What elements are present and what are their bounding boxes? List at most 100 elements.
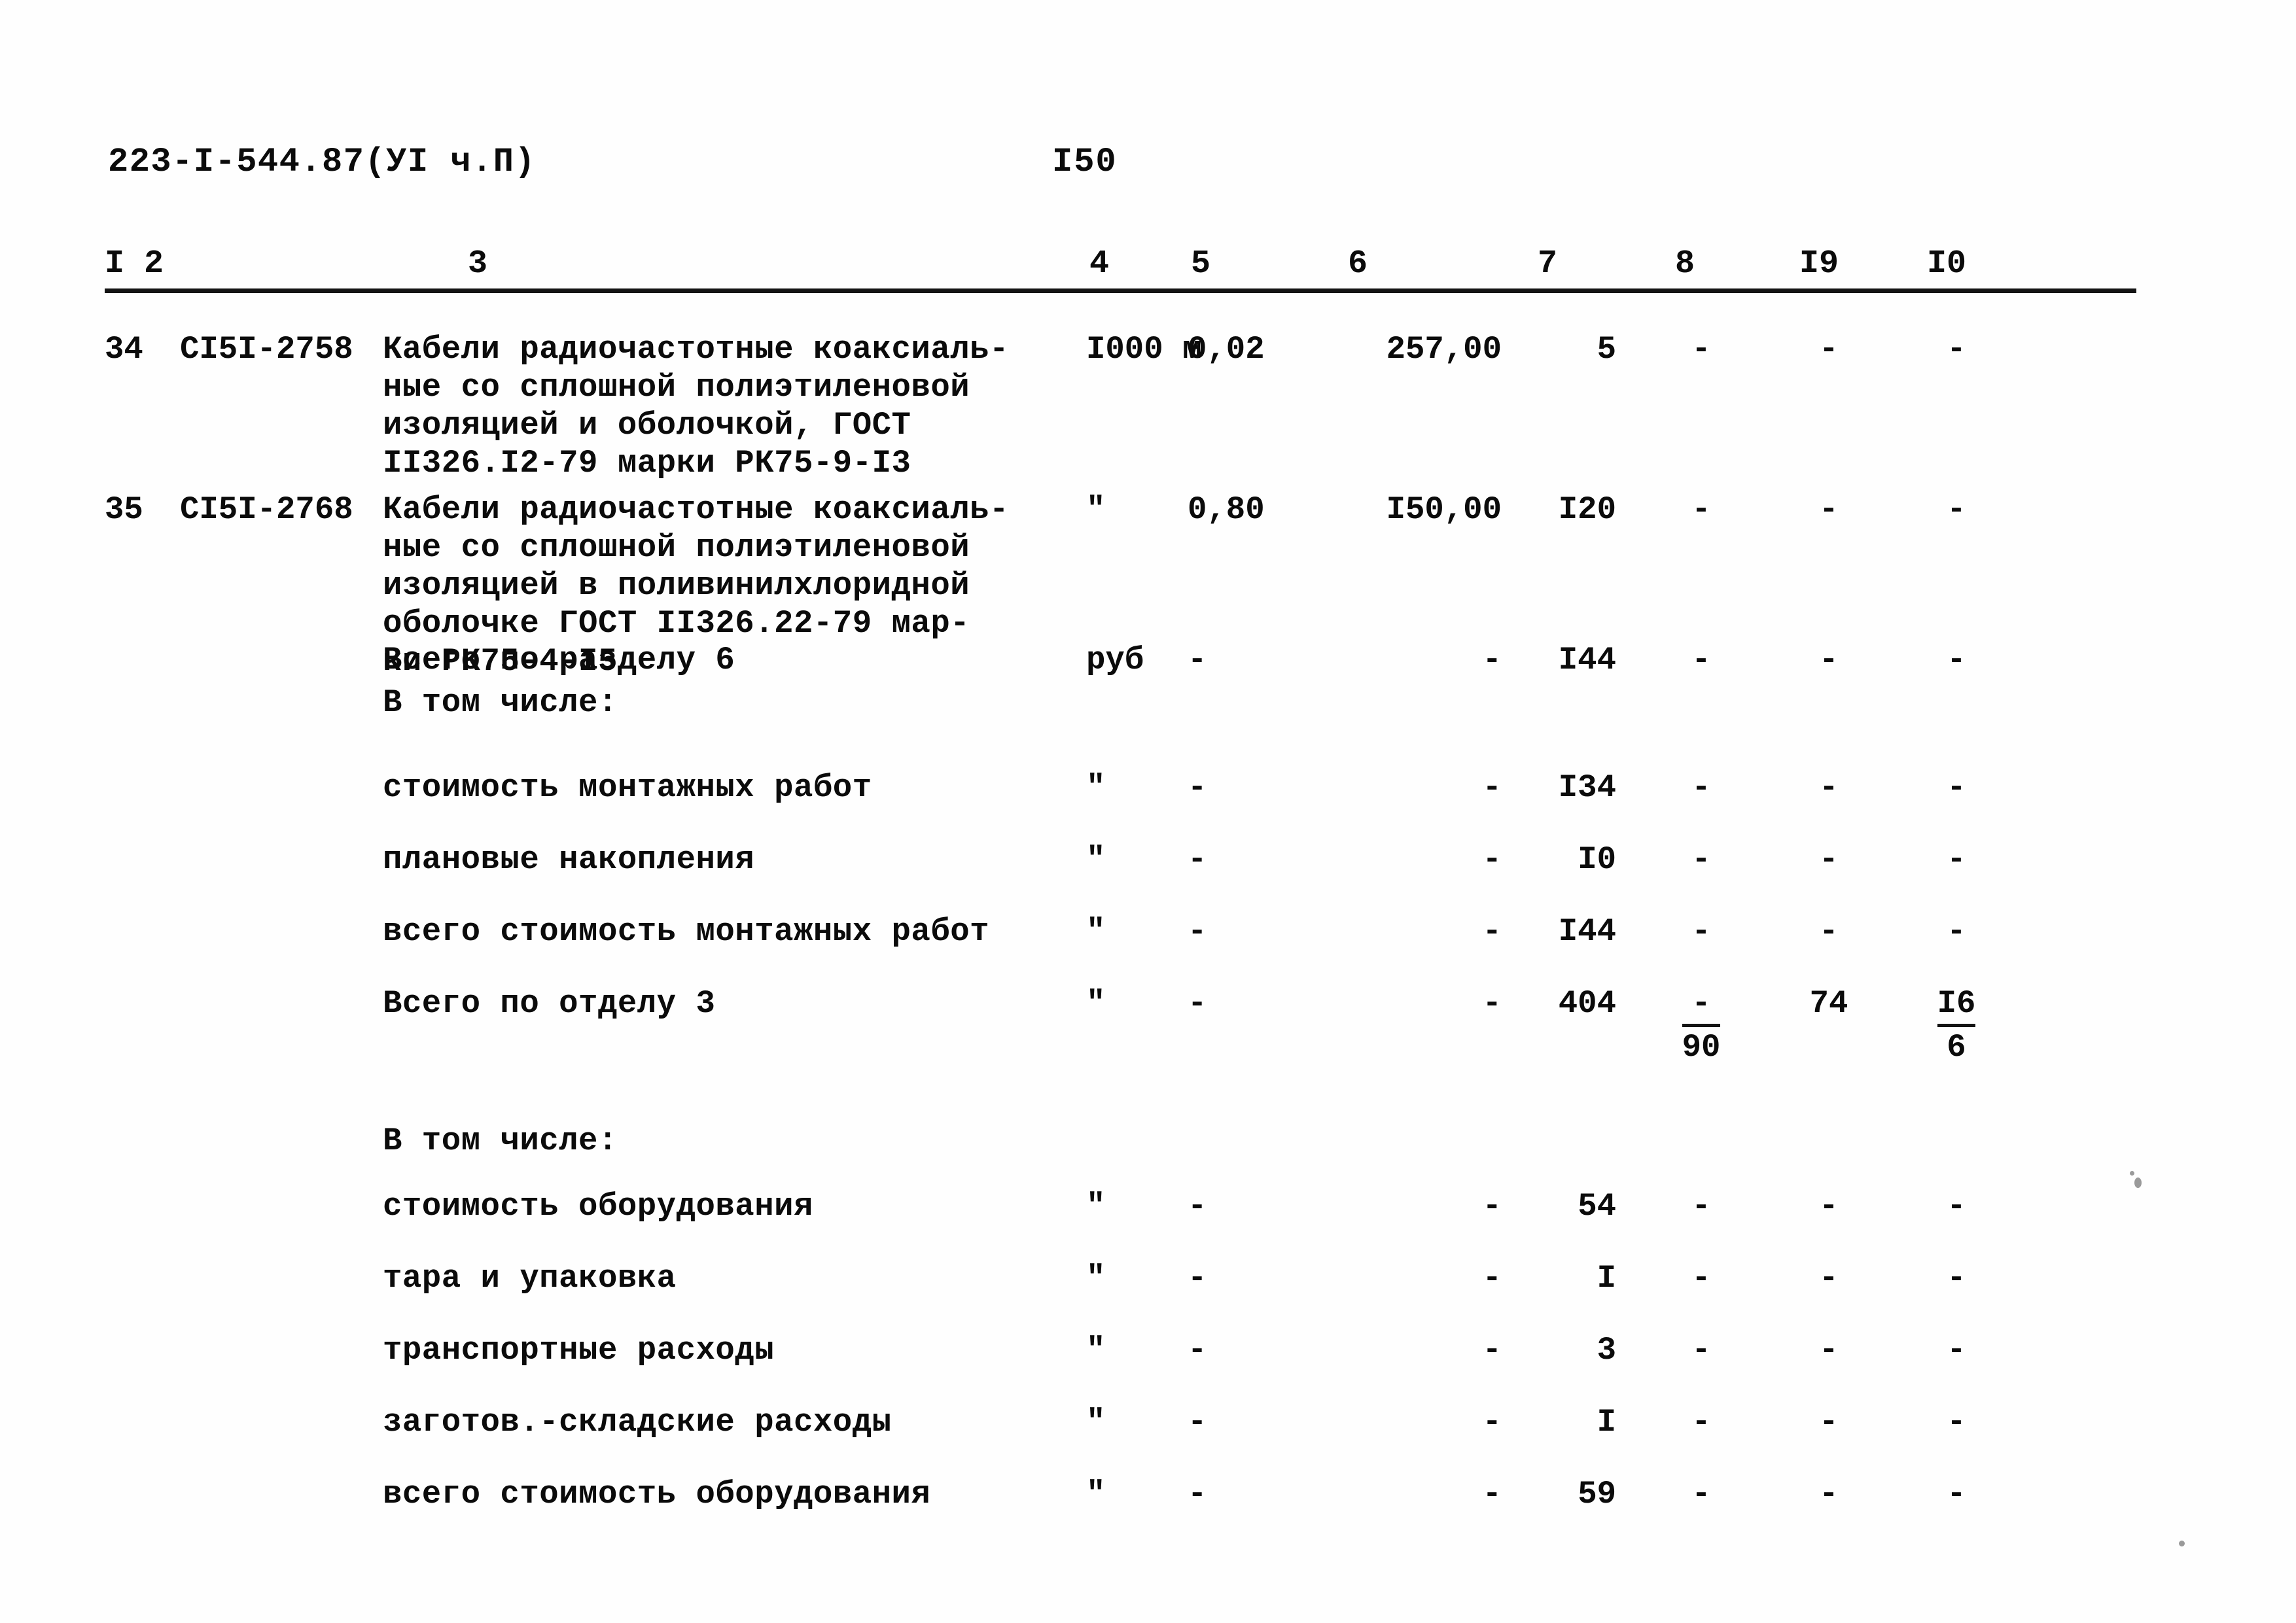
row-col19-cell: - (1819, 841, 1839, 878)
fraction-numerator: I6 (1937, 985, 1976, 1022)
row-unit-cell: " (1086, 1188, 1106, 1225)
row-col10-cell: - (1947, 841, 1966, 878)
column-header-3: 3 (468, 245, 488, 283)
row-unit-cell: " (1086, 769, 1106, 806)
row-description-cell: тара и упаковка (383, 1260, 677, 1297)
row-col8-cell: - (1691, 1332, 1711, 1369)
row-col5-cell: 0,80 (1188, 491, 1265, 528)
column-header-I: I (105, 245, 125, 283)
row-col19-cell: - (1819, 913, 1839, 950)
row-col5-cell: - (1188, 1404, 1207, 1440)
row-col10-cell: - (1947, 913, 1966, 950)
row-col7-cell: 59 (1578, 1476, 1616, 1512)
row-col6-cell: - (1482, 841, 1502, 878)
row-col7-cell: 404 (1558, 985, 1616, 1022)
row-col5-cell: - (1188, 985, 1207, 1022)
row-col10-cell: - (1947, 1188, 1966, 1225)
row-description-cell: транспортные расходы (383, 1332, 775, 1369)
column-header-8: 8 (1675, 245, 1695, 283)
row-col8-cell: - (1691, 841, 1711, 878)
row-unit-cell: " (1086, 1404, 1106, 1440)
row-col19-cell: - (1819, 642, 1839, 678)
row-col10-cell: - (1947, 1404, 1966, 1440)
row-col8-cell: - (1691, 331, 1711, 368)
row-col5-cell: - (1188, 841, 1207, 878)
row-col10-cell: I6 6 (1917, 985, 1996, 1066)
row-col19-cell: - (1819, 1476, 1839, 1512)
row-col6-cell: I50,00 (1386, 491, 1502, 528)
row-col19-cell: - (1819, 1332, 1839, 1369)
row-col19-cell: - (1819, 491, 1839, 528)
row-col7-cell: I0 (1578, 841, 1616, 878)
row-col6-cell: - (1482, 1476, 1502, 1512)
row-unit-cell: " (1086, 841, 1106, 878)
column-header-5: 5 (1191, 245, 1211, 283)
scan-speck (2134, 1178, 2142, 1188)
row-col8-cell: - (1691, 491, 1711, 528)
row-col5-cell: - (1188, 642, 1207, 678)
row-col6-cell: - (1482, 1332, 1502, 1369)
row-col19-cell: - (1819, 1260, 1839, 1297)
row-col7-cell: 3 (1597, 1332, 1616, 1369)
column-header-4: 4 (1089, 245, 1110, 283)
row-col5-cell: - (1188, 913, 1207, 950)
row-col7-cell: I34 (1558, 769, 1616, 806)
row-col8-cell: - 90 (1662, 985, 1740, 1066)
row-unit-cell: " (1086, 1260, 1106, 1297)
row-col19-cell: - (1819, 1404, 1839, 1440)
row-description-cell: заготов.-складские расходы (383, 1404, 892, 1440)
row-unit-cell: руб (1086, 642, 1144, 678)
column-header-I0: I0 (1927, 245, 1967, 283)
row-code-cell: СI5I-2768 (180, 491, 353, 528)
row-unit-cell: " (1086, 1332, 1106, 1369)
row-col8-cell: - (1691, 769, 1711, 806)
row-description-cell: стоимость монтажных работ (383, 769, 872, 806)
row-description-cell: всего стоимость оборудования (383, 1476, 931, 1512)
row-col7-cell: 54 (1578, 1188, 1616, 1225)
page-number: I50 (1052, 143, 1118, 181)
row-col6-cell: - (1482, 1404, 1502, 1440)
row-description-cell: Всего по разделу 6 (383, 642, 735, 678)
row-code-cell: СI5I-2758 (180, 331, 353, 368)
column-header-7: 7 (1538, 245, 1558, 283)
header-rule (105, 288, 2136, 293)
row-col7-cell: I20 (1558, 491, 1616, 528)
row-col8-cell: - (1691, 1404, 1711, 1440)
fraction-bar (1682, 1024, 1721, 1027)
row-col6-cell: - (1482, 769, 1502, 806)
row-col5-cell: - (1188, 1476, 1207, 1512)
column-header-2: 2 (144, 245, 164, 283)
row-col8-cell: - (1691, 913, 1711, 950)
scanned-page: 223-I-544.87(УI ч.П) I50 I 2 3 4 5 6 7 8 I9 I0 34… (0, 0, 2296, 1623)
row-col10-cell: - (1947, 331, 1966, 368)
row-col19-cell: - (1819, 331, 1839, 368)
row-col7-cell: I44 (1558, 642, 1616, 678)
row-col7-cell: I44 (1558, 913, 1616, 950)
row-index-cell: 35 (105, 491, 143, 528)
row-col6-cell: - (1482, 1260, 1502, 1297)
row-description-cell: В том числе: (383, 684, 618, 721)
row-col8-cell: - (1691, 1260, 1711, 1297)
row-description-cell: стоимость оборудования (383, 1188, 813, 1225)
row-col8-cell: - (1691, 1476, 1711, 1512)
row-description-cell: Всего по отделу 3 (383, 985, 716, 1022)
row-col6-cell: - (1482, 913, 1502, 950)
row-unit-cell: " (1086, 913, 1106, 950)
column-header-6: 6 (1348, 245, 1368, 283)
row-col5-cell: - (1188, 1332, 1207, 1369)
row-col7-cell: I (1597, 1404, 1616, 1440)
row-col10-cell: - (1947, 1476, 1966, 1512)
row-col8-cell: - (1691, 642, 1711, 678)
fraction-numerator: - (1691, 985, 1711, 1022)
row-col10-cell: - (1947, 491, 1966, 528)
row-col5-cell: - (1188, 769, 1207, 806)
row-description-cell: Кабели радиочастотные коаксиаль- ные со … (383, 331, 1009, 481)
row-col7-cell: 5 (1597, 331, 1616, 368)
row-col6-cell: 257,00 (1386, 331, 1502, 368)
row-col6-cell: - (1482, 642, 1502, 678)
row-col8-cell: - (1691, 1188, 1711, 1225)
row-col5-cell: 0,02 (1188, 331, 1265, 368)
row-col10-cell: - (1947, 1332, 1966, 1369)
fraction-value: I6 6 (1937, 985, 1976, 1066)
fraction-denominator: 6 (1947, 1029, 1966, 1066)
